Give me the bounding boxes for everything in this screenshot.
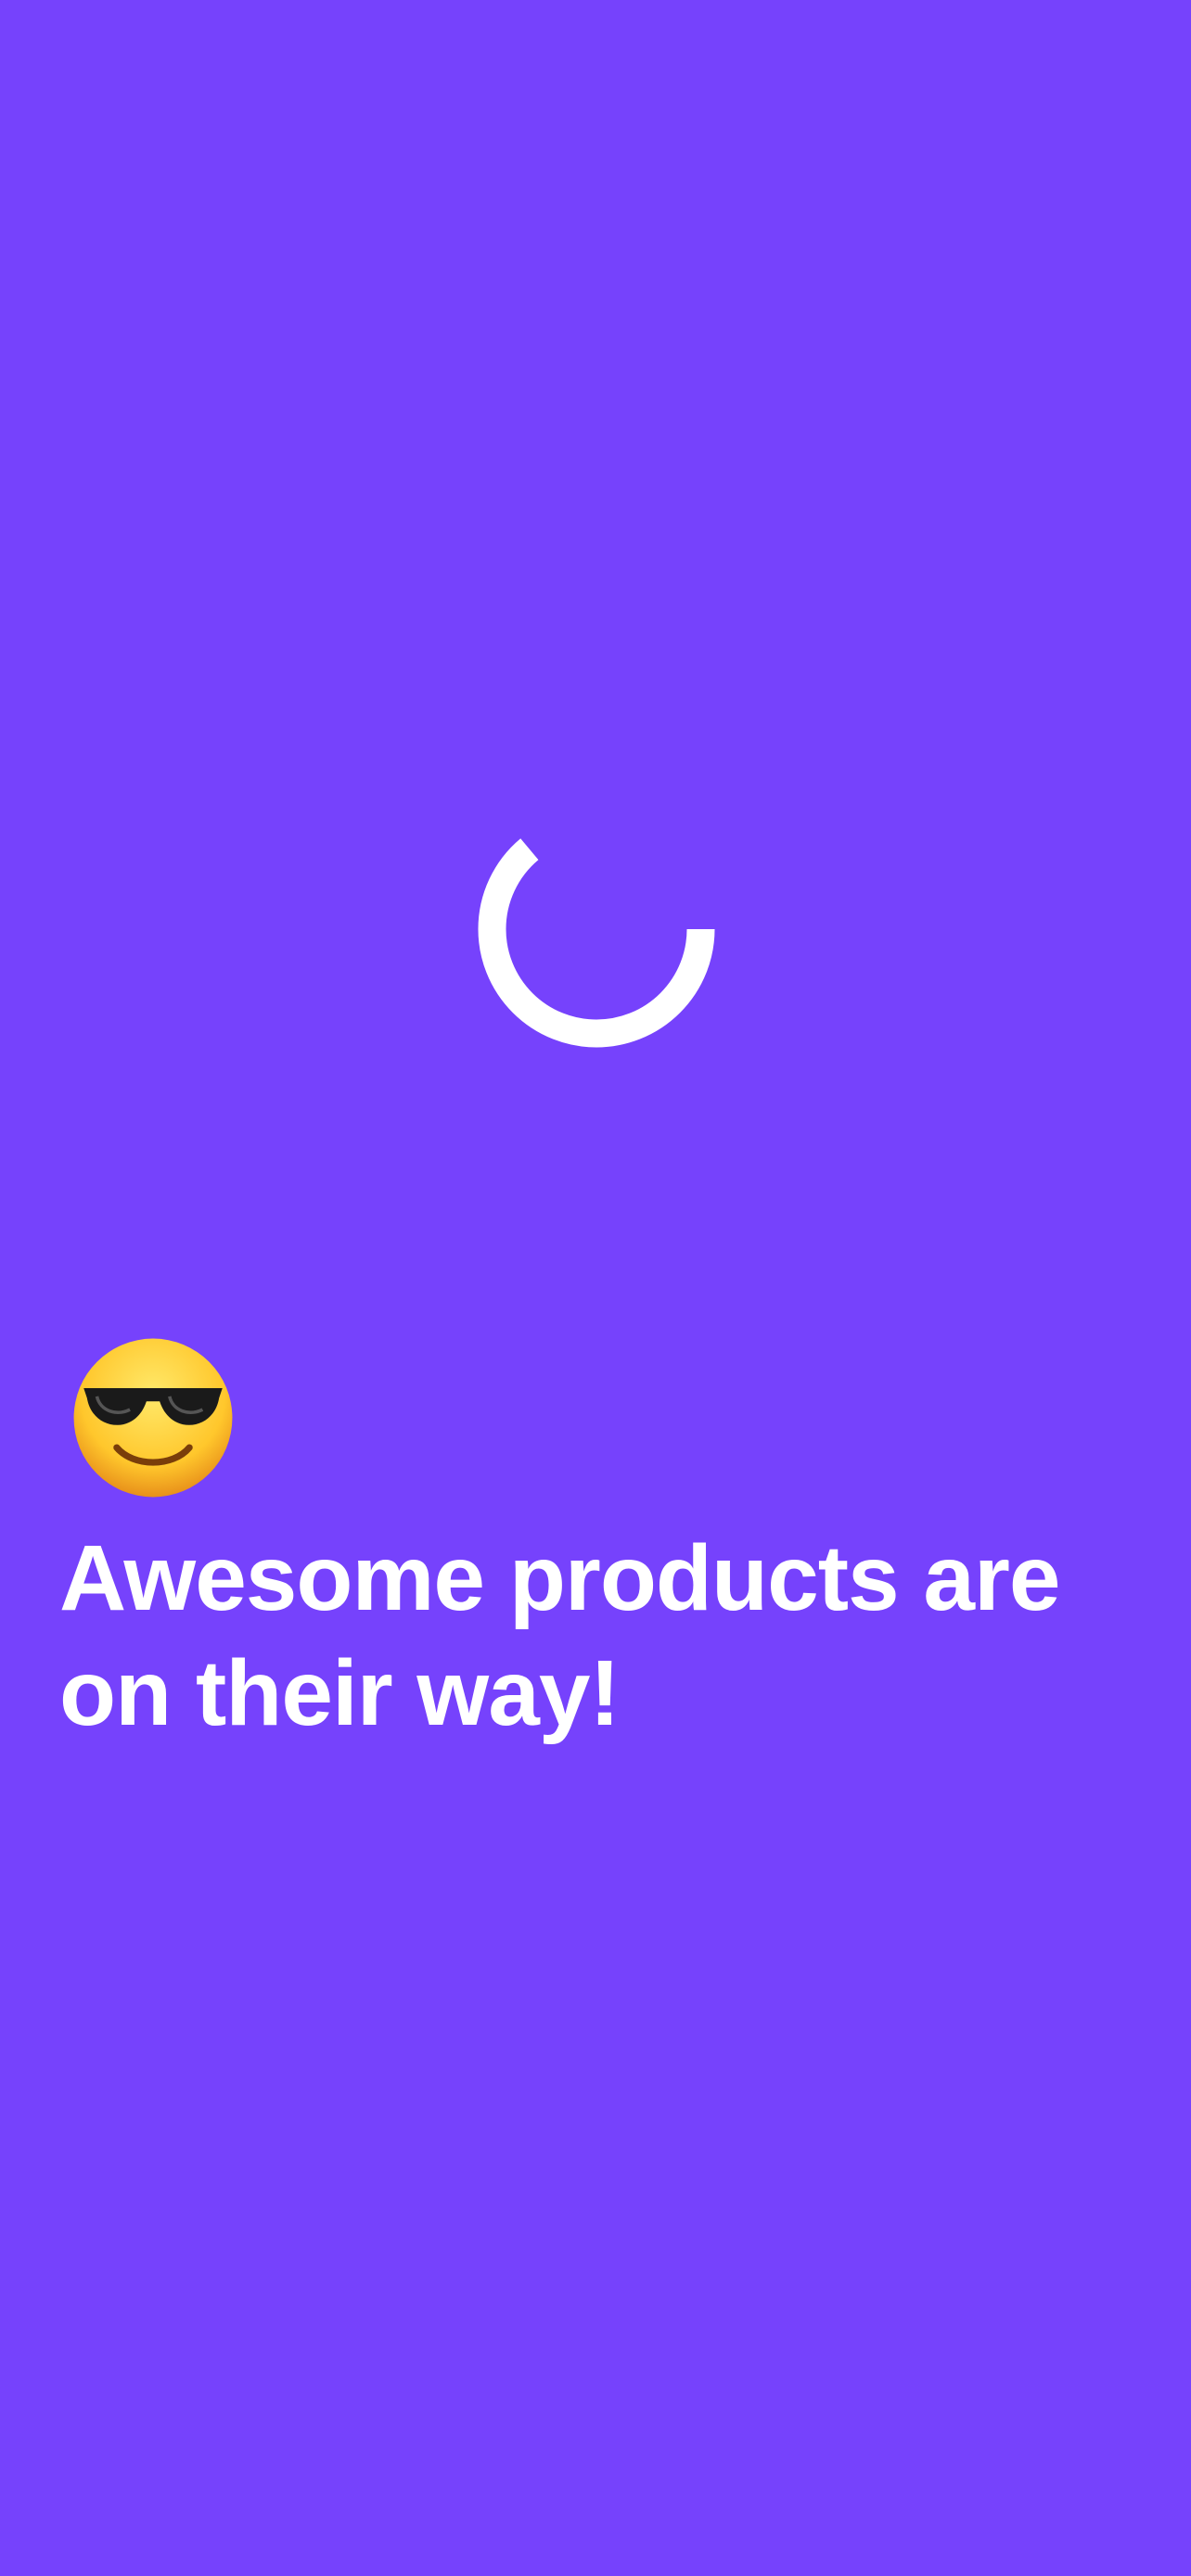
loading-headline: Awesome products are on their way! [59, 1526, 1061, 1745]
loading-spinner-icon [478, 810, 715, 1048]
smiling-face-with-sunglasses-icon [73, 1338, 233, 1498]
